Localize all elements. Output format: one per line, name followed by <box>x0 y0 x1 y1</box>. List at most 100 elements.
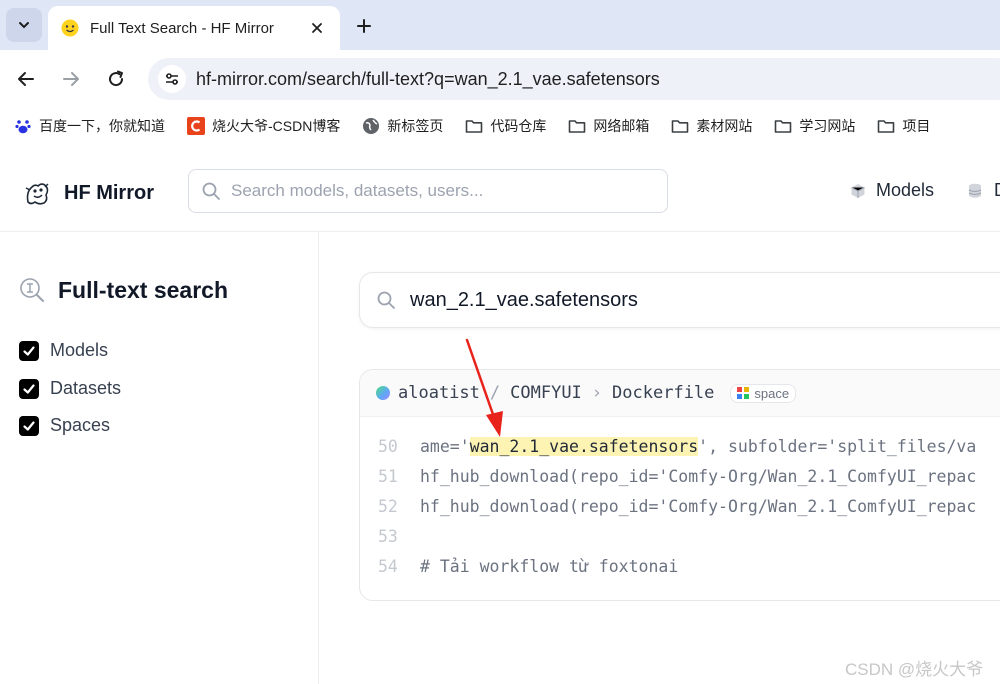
code-text: hf_hub_download(repo_id='Comfy-Org/Wan_2… <box>420 496 977 516</box>
code-line: 50 ame='wan_2.1_vae.safetensors', subfol… <box>360 431 1000 461</box>
full-text-search-input[interactable]: wan_2.1_vae.safetensors <box>359 272 1000 328</box>
search-icon <box>377 291 395 309</box>
spaces-checkbox[interactable] <box>19 415 39 436</box>
header-search-input[interactable]: Search models, datasets, users... <box>188 169 668 213</box>
baidu-paw-icon <box>14 117 32 135</box>
nav-datasets-label: D <box>994 180 1000 201</box>
folder-icon <box>568 117 586 135</box>
code-line: 52 hf_hub_download(repo_id='Comfy-Org/Wa… <box>360 491 1000 521</box>
code-line: 53 <box>360 521 1000 551</box>
bookmark-label: 烧火大爷-CSDN博客 <box>212 118 341 134</box>
bookmark-label: 代码仓库 <box>490 118 547 134</box>
check-icon <box>23 420 35 431</box>
site-info-button[interactable] <box>158 65 186 93</box>
database-icon <box>968 183 982 198</box>
bookmark-csdn-blog[interactable]: 烧火大爷-CSDN博客 <box>187 116 340 136</box>
back-button[interactable] <box>12 65 40 93</box>
line-number: 54 <box>378 556 398 576</box>
owner-avatar <box>376 386 390 400</box>
check-icon <box>23 345 35 356</box>
arrow-left-icon <box>18 72 34 86</box>
nav-models-label: Models <box>876 180 935 200</box>
code-line: 54 # Tải workflow từ foxtonai <box>360 551 1000 581</box>
tab-title: Full Text Search - HF Mirror <box>90 19 274 37</box>
active-tab[interactable]: Full Text Search - HF Mirror <box>48 6 340 50</box>
line-number: 53 <box>378 526 398 546</box>
space-grid-icon <box>737 387 750 399</box>
bookmark-baidu[interactable]: 百度一下，你就知道 <box>14 116 165 136</box>
full-text-search-icon <box>20 278 44 302</box>
folder-icon <box>877 117 895 135</box>
folder-icon <box>774 117 792 135</box>
bookmark-folder-code[interactable]: 代码仓库 <box>465 116 546 136</box>
bookmark-label: 项目 <box>902 118 931 134</box>
filter-label: Datasets <box>50 378 122 398</box>
bookmark-folder-learning[interactable]: 学习网站 <box>774 116 855 136</box>
arrow-right-icon <box>63 72 79 86</box>
code-line: 51 hf_hub_download(repo_id='Comfy-Org/Wa… <box>360 461 1000 491</box>
folder-icon <box>671 117 689 135</box>
filter-spaces[interactable]: Spaces <box>19 415 110 436</box>
sidebar: Full-text search Models Datasets Spaces <box>0 232 319 684</box>
bookmark-new-tab[interactable]: 新标签页 <box>362 116 443 136</box>
datasets-checkbox[interactable] <box>19 378 39 399</box>
filter-datasets[interactable]: Datasets <box>19 378 121 399</box>
bookmark-label: 百度一下，你就知道 <box>39 118 165 134</box>
bookmark-label: 学习网站 <box>799 118 856 134</box>
code-text: # Tải workflow từ foxtonai <box>420 556 679 576</box>
search-query-value: wan_2.1_vae.safetensors <box>410 288 638 311</box>
space-badge: space <box>730 383 797 403</box>
forward-button[interactable] <box>57 65 85 93</box>
cube-icon <box>851 183 865 198</box>
site-header: HF Mirror Search models, datasets, users… <box>0 144 1000 232</box>
tab-close-button[interactable] <box>308 19 326 37</box>
check-icon <box>23 383 35 394</box>
watermark: CSDN @烧火大爷 <box>845 660 984 679</box>
brand-name: HF Mirror <box>64 181 154 204</box>
search-result-card: aloatist / COMFYUI › Dockerfile space 50… <box>359 369 1000 601</box>
search-icon <box>202 182 220 200</box>
chevron-right-icon: › <box>591 383 603 403</box>
result-file-link[interactable]: Dockerfile <box>612 383 714 403</box>
result-owner-link[interactable]: aloatist <box>398 383 480 403</box>
result-header: aloatist / COMFYUI › Dockerfile space <box>360 370 1000 417</box>
bookmark-folder-mail[interactable]: 网络邮箱 <box>568 116 649 136</box>
bookmark-label: 新标签页 <box>387 118 444 134</box>
line-number: 51 <box>378 466 398 486</box>
bookmark-folder-assets[interactable]: 素材网站 <box>671 116 752 136</box>
code-snippet: 50 ame='wan_2.1_vae.safetensors', subfol… <box>360 417 1000 581</box>
plus-icon <box>357 19 371 33</box>
address-bar[interactable]: hf-mirror.com/search/full-text?q=wan_2.1… <box>148 58 1000 100</box>
url-text: hf-mirror.com/search/full-text?q=wan_2.1… <box>196 68 660 89</box>
hf-smiley-favicon-icon <box>61 19 79 37</box>
csdn-icon <box>187 117 205 135</box>
close-icon <box>312 23 322 33</box>
globe-icon <box>362 117 380 135</box>
sidebar-title: Full-text search <box>18 276 228 304</box>
reload-icon <box>109 70 124 87</box>
reload-button[interactable] <box>102 65 130 93</box>
tab-search-button[interactable] <box>6 8 42 42</box>
line-number: 50 <box>378 436 398 456</box>
code-text: hf_hub_download(repo_id='Comfy-Org/Wan_2… <box>420 466 977 486</box>
browser-toolbar: hf-mirror.com/search/full-text?q=wan_2.1… <box>0 50 1000 108</box>
sidebar-title-text: Full-text search <box>58 276 228 303</box>
bookmark-folder-projects[interactable]: 项目 <box>877 116 930 136</box>
filter-label: Spaces <box>50 415 111 435</box>
bookmark-label: 素材网站 <box>696 118 753 134</box>
nav-models-link[interactable]: Models <box>850 180 934 201</box>
code-text: ame='wan_2.1_vae.safetensors', subfolder… <box>420 436 977 456</box>
nav-datasets-link[interactable]: D <box>968 180 1000 201</box>
result-repo-link[interactable]: COMFYUI <box>510 383 582 403</box>
line-number: 52 <box>378 496 398 516</box>
match-highlight: wan_2.1_vae.safetensors <box>469 436 699 456</box>
browser-tab-strip: Full Text Search - HF Mirror <box>0 0 1000 50</box>
brand-link[interactable]: HF Mirror <box>22 178 154 208</box>
filter-models[interactable]: Models <box>19 340 108 361</box>
path-separator: / <box>489 383 501 403</box>
models-checkbox[interactable] <box>19 340 39 361</box>
bookmarks-bar: 百度一下，你就知道 烧火大爷-CSDN博客 新标签页 代码仓库 网络邮箱 素材网… <box>0 108 1000 144</box>
space-badge-label: space <box>754 385 790 401</box>
new-tab-button[interactable] <box>350 12 378 40</box>
header-search-placeholder: Search models, datasets, users... <box>231 181 484 200</box>
